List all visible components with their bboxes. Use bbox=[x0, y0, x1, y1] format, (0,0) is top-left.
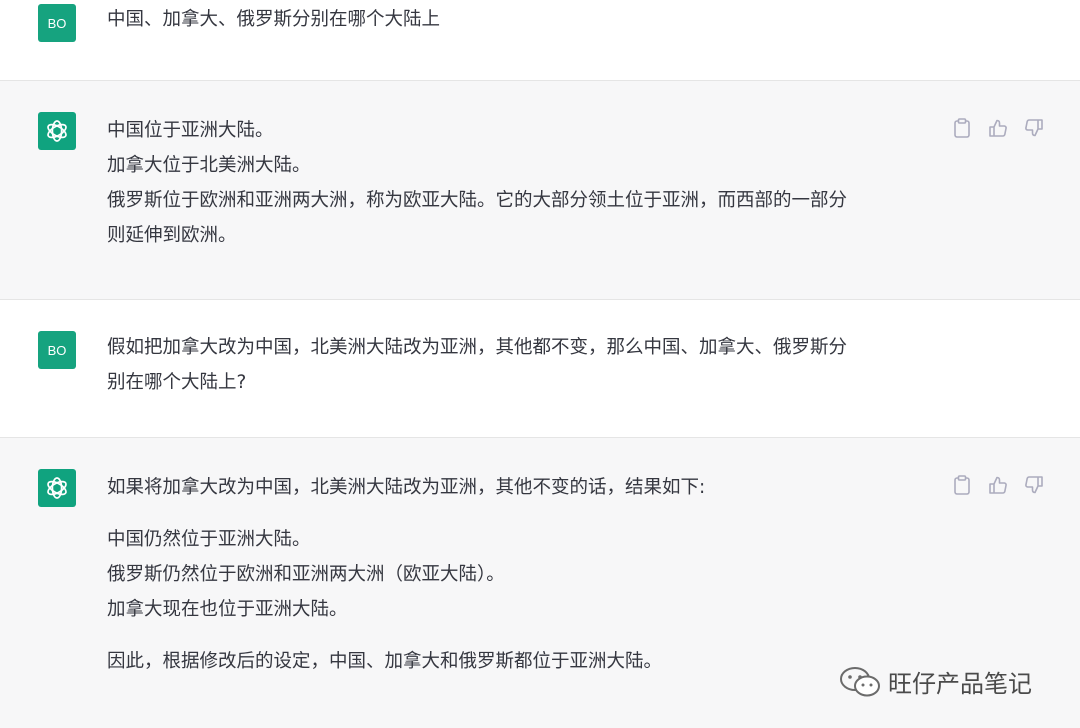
user-avatar: BO bbox=[38, 331, 76, 369]
message-text: 中国位于亚洲大陆。 加拿大位于北美洲大陆。 俄罗斯位于欧洲和亚洲两大洲，称为欧亚… bbox=[107, 113, 927, 253]
thumbs-up-icon bbox=[989, 476, 1007, 494]
copy-button[interactable] bbox=[952, 474, 972, 496]
message-intro: 如果将加拿大改为中国，北美洲大陆改为亚洲，其他不变的话，结果如下: bbox=[107, 477, 706, 498]
user-message-1: BO 中国、加拿大、俄罗斯分别在哪个大陆上 bbox=[0, 0, 1080, 81]
thumbs-down-button[interactable] bbox=[1024, 117, 1044, 139]
message-line: 假如把加拿大改为中国，北美洲大陆改为亚洲，其他都不变，那么中国、加拿大、俄罗斯分 bbox=[107, 337, 848, 358]
thumbs-down-icon bbox=[1025, 476, 1043, 494]
user-message-2: BO 假如把加拿大改为中国，北美洲大陆改为亚洲，其他都不变，那么中国、加拿大、俄… bbox=[0, 300, 1080, 438]
thumbs-down-button[interactable] bbox=[1024, 474, 1044, 496]
user-avatar-initials: BO bbox=[47, 342, 67, 358]
message-line: 俄罗斯仍然位于欧洲和亚洲两大洲（欧亚大陆）。 bbox=[107, 564, 505, 585]
chatgpt-logo-icon bbox=[47, 120, 67, 142]
message-line: 别在哪个大陆上? bbox=[107, 372, 247, 393]
thumbs-up-button[interactable] bbox=[988, 117, 1008, 139]
message-line: 中国仍然位于亚洲大陆。 bbox=[107, 529, 311, 550]
message-line: 加拿大位于北美洲大陆。 bbox=[107, 155, 311, 176]
message-line: 则延伸到欧洲。 bbox=[107, 225, 237, 246]
assistant-message-1: 中国位于亚洲大陆。 加拿大位于北美洲大陆。 俄罗斯位于欧洲和亚洲两大洲，称为欧亚… bbox=[0, 81, 1080, 300]
watermark: 旺仔产品笔记 bbox=[838, 664, 1032, 699]
message-text: 中国、加拿大、俄罗斯分别在哪个大陆上 bbox=[107, 2, 927, 37]
message-actions bbox=[952, 117, 1044, 139]
message-text: 假如把加拿大改为中国，北美洲大陆改为亚洲，其他都不变，那么中国、加拿大、俄罗斯分… bbox=[107, 330, 927, 400]
thumbs-up-icon bbox=[989, 119, 1007, 137]
clipboard-icon bbox=[954, 475, 970, 495]
user-avatar-initials: BO bbox=[47, 15, 67, 31]
message-actions bbox=[952, 474, 1044, 496]
wechat-icon bbox=[840, 666, 880, 696]
chatgpt-avatar bbox=[38, 112, 76, 150]
message-line: 加拿大现在也位于亚洲大陆。 bbox=[107, 599, 348, 620]
chatgpt-logo-icon bbox=[47, 477, 67, 499]
thumbs-down-icon bbox=[1025, 119, 1043, 137]
message-line: 中国、加拿大、俄罗斯分别在哪个大陆上 bbox=[107, 9, 441, 30]
clipboard-icon bbox=[954, 118, 970, 138]
chatgpt-avatar bbox=[38, 469, 76, 507]
message-text: 如果将加拿大改为中国，北美洲大陆改为亚洲，其他不变的话，结果如下: 中国仍然位于… bbox=[107, 470, 927, 679]
message-line: 俄罗斯位于欧洲和亚洲两大洲，称为欧亚大陆。它的大部分领土位于亚洲，而西部的一部分 bbox=[107, 190, 848, 211]
copy-button[interactable] bbox=[952, 117, 972, 139]
user-avatar: BO bbox=[38, 4, 76, 42]
message-conclusion: 因此，根据修改后的设定，中国、加拿大和俄罗斯都位于亚洲大陆。 bbox=[107, 651, 663, 672]
watermark-text: 旺仔产品笔记 bbox=[888, 670, 1032, 698]
thumbs-up-button[interactable] bbox=[988, 474, 1008, 496]
message-line: 中国位于亚洲大陆。 bbox=[107, 120, 274, 141]
